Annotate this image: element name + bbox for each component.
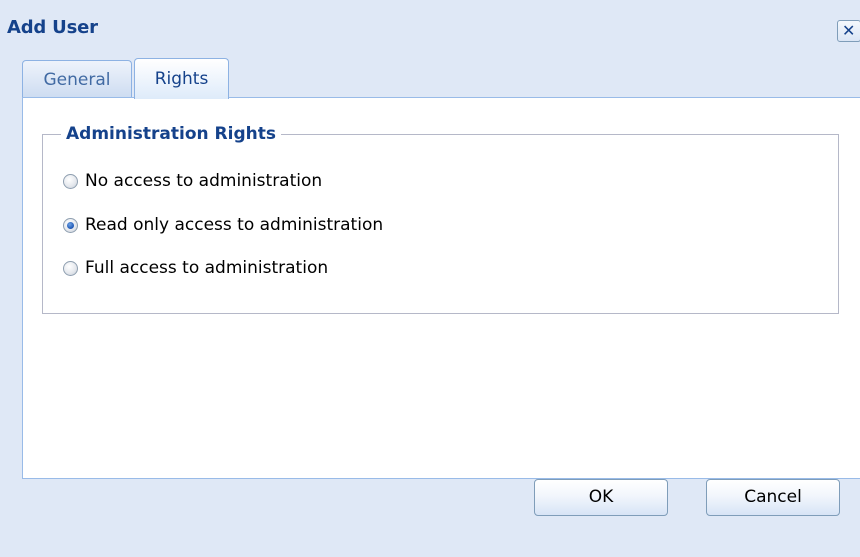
ok-button[interactable]: OK xyxy=(534,479,668,516)
radio-read-only[interactable]: Read only access to administration xyxy=(63,212,383,238)
radio-read-only-input[interactable] xyxy=(63,217,78,233)
radio-full-access-input[interactable] xyxy=(63,260,78,276)
dialog-titlebar: Add User ✕ xyxy=(0,0,860,58)
dialog-title: Add User xyxy=(7,17,98,38)
administration-rights-fieldset: Administration Rights No access to admin… xyxy=(42,123,839,314)
radio-no-access-input[interactable] xyxy=(63,173,78,189)
radio-no-access[interactable]: No access to administration xyxy=(63,168,322,194)
tab-rights[interactable]: Rights xyxy=(134,58,229,99)
close-button[interactable]: ✕ xyxy=(837,20,860,42)
rights-panel: Administration Rights No access to admin… xyxy=(22,97,860,479)
add-user-dialog: Add User ✕ General Rights Administration… xyxy=(0,0,860,557)
radio-full-access-label: Full access to administration xyxy=(85,258,329,278)
tab-strip: General Rights xyxy=(22,58,860,99)
radio-full-access[interactable]: Full access to administration xyxy=(63,255,328,281)
tab-general[interactable]: General xyxy=(22,60,132,98)
close-icon: ✕ xyxy=(842,21,856,40)
radio-no-access-label: No access to administration xyxy=(85,171,323,191)
cancel-button[interactable]: Cancel xyxy=(706,479,840,516)
dialog-footer: OK Cancel xyxy=(22,479,860,557)
radio-read-only-label: Read only access to administration xyxy=(85,215,384,235)
fieldset-legend: Administration Rights xyxy=(61,123,281,145)
